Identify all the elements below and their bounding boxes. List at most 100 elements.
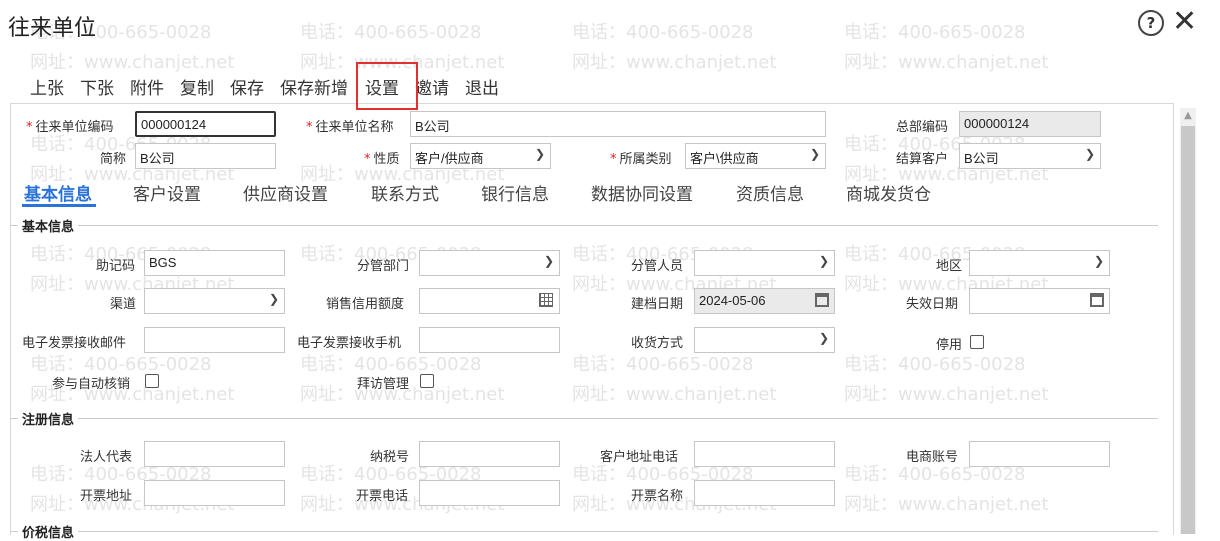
tab-qualification[interactable]: 资质信息 — [736, 180, 804, 205]
delivery-method-label: 收货方式 — [631, 336, 684, 351]
settle-customer-value: B公司 — [964, 151, 999, 166]
tab-customer-settings[interactable]: 客户设置 — [133, 180, 201, 205]
next-record-button[interactable]: 下张 — [80, 74, 114, 99]
close-icon[interactable]: ✕ — [1172, 4, 1197, 39]
watermark-phone: 电话：400-665-0028 — [300, 22, 482, 43]
invoice-phone-input[interactable] — [419, 480, 560, 506]
nature-label: * 性质 — [364, 148, 400, 167]
required-mark: * — [26, 120, 33, 135]
required-mark: * — [364, 152, 371, 167]
nature-select[interactable]: 客户/供应商 ❯ — [410, 143, 551, 169]
dept-select[interactable]: ❯ — [419, 250, 560, 276]
exit-button[interactable]: 退出 — [465, 74, 499, 99]
visit-manage-label: 拜访管理 — [357, 377, 410, 392]
tab-bank-info[interactable]: 银行信息 — [481, 180, 549, 205]
unit-name-label-text: 往来单位名称 — [315, 120, 394, 135]
tab-contact[interactable]: 联系方式 — [371, 180, 439, 205]
calendar-icon[interactable] — [1090, 293, 1104, 307]
tab-basic-info[interactable]: 基本信息 — [24, 180, 92, 205]
invoice-phone-label: 开票电话 — [356, 489, 409, 504]
watermark-site: 网址：www.chanjet.net — [30, 52, 235, 73]
calculator-icon[interactable] — [539, 293, 553, 307]
unit-name-input[interactable]: B公司 — [410, 111, 826, 137]
staff-label: 分管人员 — [631, 259, 684, 274]
section-divider — [10, 225, 1158, 226]
attachment-button[interactable]: 附件 — [130, 74, 164, 99]
expire-date-input[interactable] — [969, 288, 1110, 314]
hq-code-input: 000000124 — [959, 111, 1101, 137]
credit-limit-input[interactable] — [419, 288, 560, 314]
help-icon[interactable]: ? — [1138, 10, 1164, 36]
section-divider — [10, 531, 1158, 532]
created-date-label: 建档日期 — [631, 297, 684, 312]
ecom-account-input[interactable] — [969, 441, 1110, 467]
einvoice-phone-input[interactable] — [419, 327, 560, 353]
visit-manage-checkbox[interactable] — [420, 374, 434, 388]
settle-customer-label: 结算客户 — [896, 152, 949, 167]
invoice-name-input[interactable] — [694, 480, 835, 506]
save-and-new-button[interactable]: 保存新增 — [280, 74, 348, 99]
section-divider — [10, 418, 1158, 419]
address-phone-input[interactable] — [694, 441, 835, 467]
einvoice-mail-label: 电子发票接收邮件 — [22, 336, 127, 351]
calendar-icon[interactable] — [815, 293, 829, 307]
watermark-site: 网址：www.chanjet.net — [572, 52, 777, 73]
mnemonic-input[interactable]: BGS — [144, 250, 285, 276]
ecom-account-label: 电商账号 — [906, 450, 959, 465]
dept-label: 分管部门 — [357, 259, 410, 274]
save-button[interactable]: 保存 — [230, 74, 264, 99]
watermark-site: 网址：www.chanjet.net — [844, 52, 1049, 73]
invoice-address-input[interactable] — [144, 480, 285, 506]
category-select[interactable]: 客户\供应商 ❯ — [685, 143, 826, 169]
tab-supplier-settings[interactable]: 供应商设置 — [243, 180, 328, 205]
settings-highlight-box — [356, 62, 418, 110]
expire-date-label: 失效日期 — [906, 297, 959, 312]
chevron-down-icon: ❯ — [818, 254, 829, 268]
settle-customer-select[interactable]: B公司 ❯ — [959, 143, 1101, 169]
prev-record-button[interactable]: 上张 — [30, 74, 64, 99]
short-name-label: 简称 — [100, 152, 127, 167]
invite-button[interactable]: 邀请 — [415, 74, 449, 99]
nature-label-text: 性质 — [373, 152, 400, 167]
channel-label: 渠道 — [110, 297, 137, 312]
einvoice-phone-label: 电子发票接收手机 — [297, 336, 402, 351]
tab-data-sync[interactable]: 数据协同设置 — [591, 180, 693, 205]
category-select-value: 客户\供应商 — [690, 151, 759, 166]
chevron-down-icon: ❯ — [809, 147, 820, 161]
chevron-down-icon: ❯ — [534, 147, 545, 161]
tab-mall-warehouse[interactable]: 商城发货仓 — [846, 180, 931, 205]
chevron-down-icon: ❯ — [268, 292, 279, 306]
chevron-down-icon: ❯ — [1093, 254, 1104, 268]
delivery-method-select[interactable]: ❯ — [694, 327, 835, 353]
scrollbar-thumb[interactable] — [1181, 126, 1195, 534]
staff-select[interactable]: ❯ — [694, 250, 835, 276]
section-title-registration: 注册信息 — [18, 409, 79, 428]
disabled-label: 停用 — [936, 338, 963, 353]
invoice-address-label: 开票地址 — [80, 489, 133, 504]
invoice-name-label: 开票名称 — [631, 489, 684, 504]
region-select[interactable]: ❯ — [969, 250, 1110, 276]
region-label: 地区 — [936, 259, 963, 274]
created-date-input: 2024-05-06 — [694, 288, 835, 314]
short-name-input[interactable]: B公司 — [135, 143, 276, 169]
copy-button[interactable]: 复制 — [180, 74, 214, 99]
legal-rep-input[interactable] — [144, 441, 285, 467]
chevron-down-icon: ❯ — [1084, 147, 1095, 161]
einvoice-mail-input[interactable] — [144, 327, 285, 353]
category-label-text: 所属类别 — [619, 152, 672, 167]
hq-code-label: 总部编码 — [896, 120, 949, 135]
section-title-tax: 价税信息 — [18, 522, 79, 541]
window-title: 往来单位 — [8, 16, 97, 41]
tax-number-input[interactable] — [419, 441, 560, 467]
legal-rep-label: 法人代表 — [80, 450, 133, 465]
created-date-value: 2024-05-06 — [699, 293, 766, 308]
unit-code-input[interactable]: 000000124 — [135, 111, 276, 137]
unit-name-label: * 往来单位名称 — [306, 116, 394, 135]
vertical-scrollbar[interactable]: ▲ — [1180, 108, 1196, 534]
channel-select[interactable]: ❯ — [144, 288, 285, 314]
disabled-checkbox[interactable] — [970, 335, 984, 349]
scroll-up-arrow-icon[interactable]: ▲ — [1180, 108, 1196, 124]
auto-verify-checkbox[interactable] — [145, 374, 159, 388]
chevron-down-icon: ❯ — [543, 254, 554, 268]
watermark-phone: 电话：400-665-0028 — [572, 22, 754, 43]
